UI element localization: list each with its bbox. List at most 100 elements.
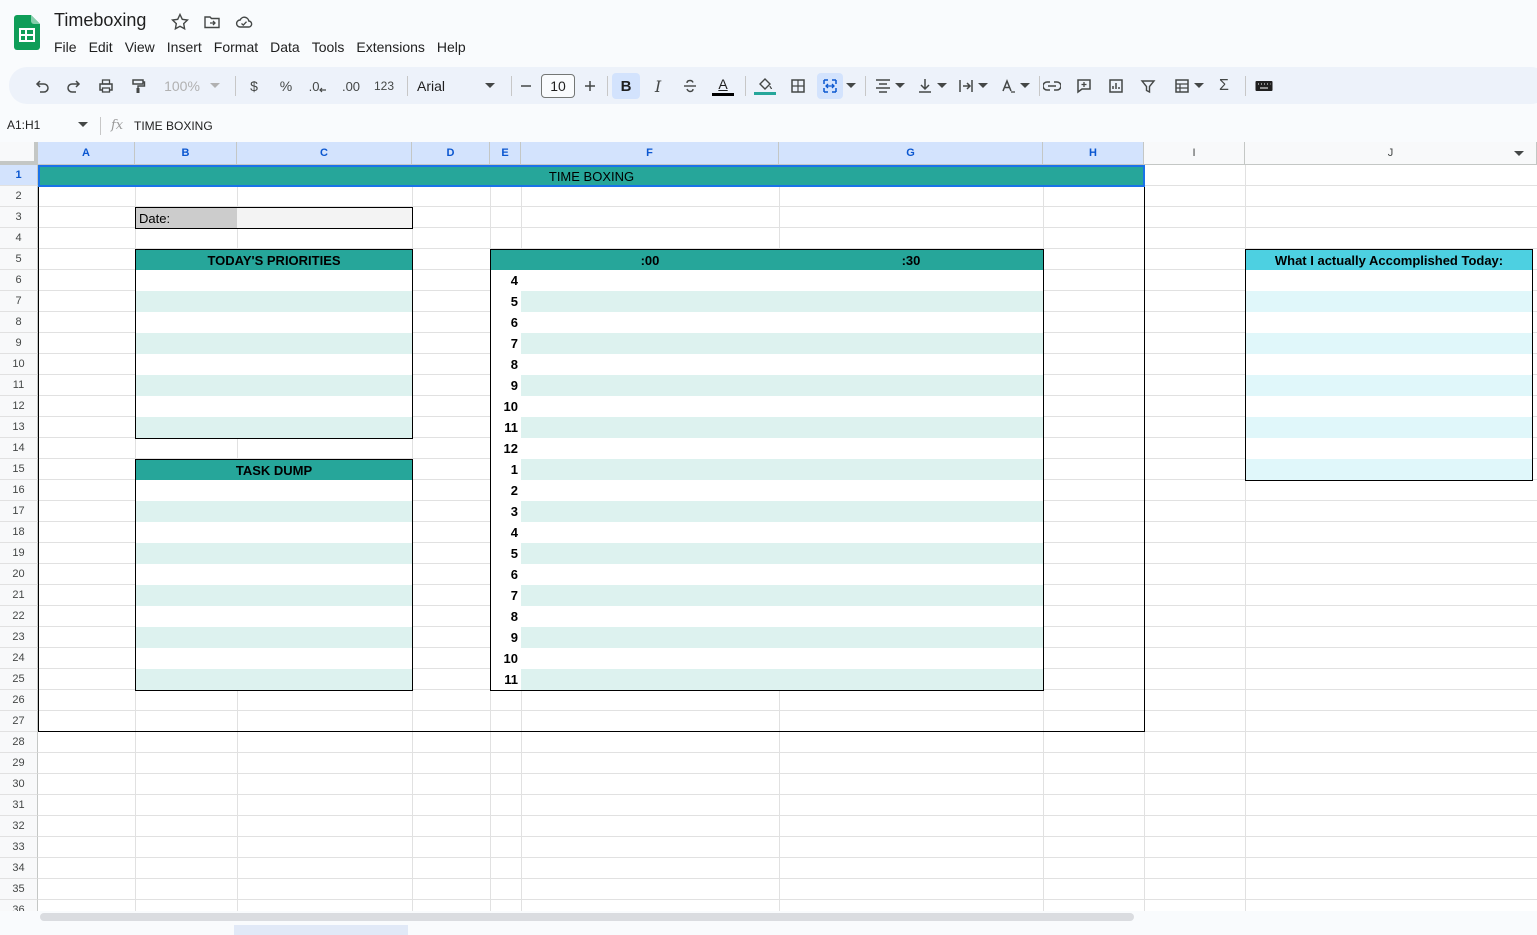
time-slot-30[interactable] xyxy=(779,564,1044,586)
horizontal-align-icon[interactable] xyxy=(871,73,909,99)
accomplished-row[interactable] xyxy=(1245,459,1533,481)
time-slot-30[interactable] xyxy=(779,627,1044,649)
menu-tools[interactable]: Tools xyxy=(306,37,351,57)
hour-label-cell[interactable]: 4 xyxy=(490,522,522,544)
time-slot-30[interactable] xyxy=(779,375,1044,397)
time-slot-00[interactable] xyxy=(521,543,780,565)
insert-chart-icon[interactable] xyxy=(1105,73,1127,99)
filter-views-icon[interactable] xyxy=(1169,73,1209,99)
row-header[interactable]: 20 xyxy=(0,564,38,585)
time-slot-30[interactable] xyxy=(779,585,1044,607)
accomplished-row[interactable] xyxy=(1245,438,1533,460)
accomplished-row[interactable] xyxy=(1245,270,1533,292)
horizontal-scrollbar[interactable] xyxy=(40,913,1134,921)
time-slot-00[interactable] xyxy=(521,438,780,460)
merge-dropdown-icon[interactable] xyxy=(845,73,857,99)
time-slot-00[interactable] xyxy=(521,585,780,607)
hour-label-cell[interactable]: 7 xyxy=(490,585,522,607)
menu-data[interactable]: Data xyxy=(264,37,306,57)
font-size-input[interactable]: 10 xyxy=(540,73,576,99)
row-header[interactable]: 35 xyxy=(0,879,38,900)
undo-icon[interactable] xyxy=(31,73,53,99)
row-header[interactable]: 32 xyxy=(0,816,38,837)
accomplished-header[interactable]: What I actually Accomplished Today: xyxy=(1245,249,1533,271)
accomplished-row[interactable] xyxy=(1245,291,1533,313)
task-dump-row[interactable] xyxy=(135,522,413,544)
time-slot-00[interactable] xyxy=(521,354,780,376)
hour-label-cell[interactable]: 10 xyxy=(490,396,522,418)
menu-insert[interactable]: Insert xyxy=(161,37,208,57)
increase-decimal-button[interactable]: .00 xyxy=(337,73,365,99)
menu-format[interactable]: Format xyxy=(208,37,264,57)
text-rotation-icon[interactable] xyxy=(995,73,1035,99)
column-header-h[interactable]: H xyxy=(1043,142,1144,165)
hour-label-cell[interactable]: 10 xyxy=(490,648,522,670)
menu-edit[interactable]: Edit xyxy=(83,37,119,57)
select-all-corner[interactable] xyxy=(0,142,38,165)
strikethrough-icon[interactable] xyxy=(679,73,701,99)
spreadsheet-grid[interactable]: ABCDEFGHIJ 1 2 3 4 5 6 7 8 9 10 11 12 13 14 15 16 17 18 19… xyxy=(0,142,1537,911)
more-formats-button[interactable]: 123 xyxy=(371,73,397,99)
insert-link-icon[interactable] xyxy=(1041,73,1063,99)
row-header[interactable]: 16 xyxy=(0,480,38,501)
fill-color-icon[interactable] xyxy=(753,73,777,99)
row-header[interactable]: 34 xyxy=(0,858,38,879)
time-slot-30[interactable] xyxy=(779,522,1044,544)
row-header[interactable]: 1 xyxy=(0,165,38,186)
time-slot-30[interactable] xyxy=(779,480,1044,502)
time-slot-00[interactable] xyxy=(521,375,780,397)
insert-comment-icon[interactable] xyxy=(1073,73,1095,99)
time-slot-00[interactable] xyxy=(521,270,780,292)
column-header-d[interactable]: D xyxy=(412,142,490,165)
hour-label-cell[interactable]: 9 xyxy=(490,627,522,649)
row-header[interactable]: 8 xyxy=(0,312,38,333)
hour-label-cell[interactable]: 12 xyxy=(490,438,522,460)
column-header-b[interactable]: B xyxy=(135,142,237,165)
column-header-f[interactable]: F xyxy=(521,142,779,165)
date-label-cell[interactable]: Date: xyxy=(135,207,238,229)
redo-icon[interactable] xyxy=(63,73,85,99)
task-dump-row[interactable] xyxy=(135,480,413,502)
row-header[interactable]: 11 xyxy=(0,375,38,396)
hour-label-cell[interactable]: 11 xyxy=(490,417,522,439)
column-header-g[interactable]: G xyxy=(779,142,1043,165)
time-slot-30[interactable] xyxy=(779,396,1044,418)
task-dump-row[interactable] xyxy=(135,543,413,565)
decrease-decimal-button[interactable]: .0 xyxy=(305,73,331,99)
hour-label-cell[interactable]: 9 xyxy=(490,375,522,397)
column-header-a[interactable]: A xyxy=(38,142,135,165)
task-dump-row[interactable] xyxy=(135,648,413,670)
filter-icon[interactable] xyxy=(1137,73,1159,99)
hour-label-cell[interactable]: 5 xyxy=(490,543,522,565)
time-slot-00[interactable] xyxy=(521,648,780,670)
task-dump-row[interactable] xyxy=(135,669,413,691)
functions-icon[interactable]: Σ xyxy=(1213,73,1235,99)
row-header[interactable]: 14 xyxy=(0,438,38,459)
row-header[interactable]: 2 xyxy=(0,186,38,207)
row-header[interactable]: 3 xyxy=(0,207,38,228)
priority-row[interactable] xyxy=(135,291,413,313)
row-header[interactable]: 7 xyxy=(0,291,38,312)
time-slot-30[interactable] xyxy=(779,606,1044,628)
priority-row[interactable] xyxy=(135,417,413,439)
row-header[interactable]: 13 xyxy=(0,417,38,438)
hour-label-cell[interactable]: 11 xyxy=(490,669,522,691)
bold-button[interactable]: B xyxy=(612,73,640,99)
time-slot-30[interactable] xyxy=(779,270,1044,292)
zoom-select[interactable]: 100% xyxy=(159,73,205,99)
row-header[interactable]: 18 xyxy=(0,522,38,543)
row-header[interactable]: 10 xyxy=(0,354,38,375)
task-dump-row[interactable] xyxy=(135,501,413,523)
row-header[interactable]: 36 xyxy=(0,900,38,911)
hour-label-cell[interactable]: 1 xyxy=(490,459,522,481)
row-header[interactable]: 23 xyxy=(0,627,38,648)
hour-label-cell[interactable]: 4 xyxy=(490,270,522,292)
row-header[interactable]: 24 xyxy=(0,648,38,669)
row-header[interactable]: 33 xyxy=(0,837,38,858)
row-header[interactable]: 6 xyxy=(0,270,38,291)
column-menu-dropdown-icon[interactable] xyxy=(1514,151,1524,157)
menu-view[interactable]: View xyxy=(119,37,161,57)
task-dump-row[interactable] xyxy=(135,585,413,607)
hour-label-cell[interactable]: 2 xyxy=(490,480,522,502)
merge-cells-icon[interactable] xyxy=(817,73,843,99)
